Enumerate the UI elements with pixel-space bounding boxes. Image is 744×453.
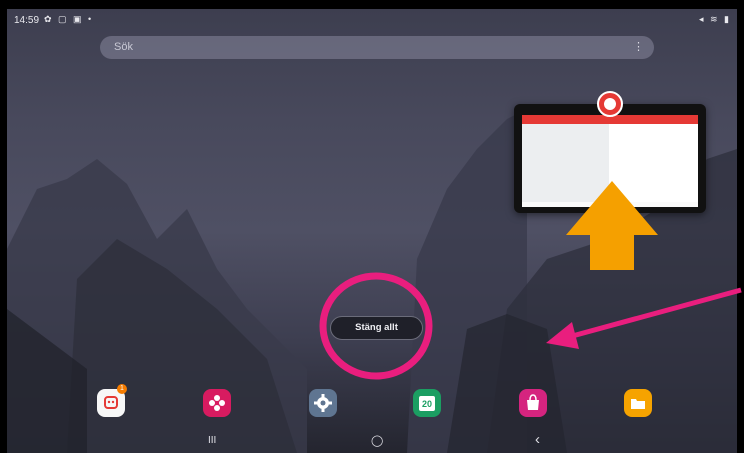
- calendar-date: 20: [419, 396, 435, 411]
- home-button[interactable]: ◯: [371, 434, 383, 447]
- search-menu-icon[interactable]: ⋮: [633, 40, 644, 53]
- files-app-icon[interactable]: [624, 389, 652, 417]
- settings-gear-icon: [314, 394, 332, 412]
- recent-app-footer: [522, 202, 698, 207]
- flower-icon: [209, 395, 225, 411]
- close-all-button[interactable]: Stäng allt: [330, 316, 423, 340]
- calendar-app-icon[interactable]: 20: [413, 389, 441, 417]
- notification-badge: 1: [117, 384, 127, 394]
- red-circle-app-icon[interactable]: [597, 91, 623, 117]
- recent-app-card[interactable]: [514, 104, 706, 213]
- app-icon-swoosh: [604, 98, 616, 110]
- status-system-icons: ◂ ≋ ▮: [698, 14, 731, 24]
- folder-icon: [631, 399, 645, 409]
- status-bar: 14:59 ✿ ▢ ▣ • ◂ ≋ ▮: [7, 9, 737, 31]
- chat-app-icon[interactable]: 1: [97, 384, 127, 417]
- search-bar[interactable]: Sök ⋮: [100, 36, 654, 59]
- status-notification-icons: ✿ ▢ ▣ •: [44, 14, 94, 24]
- recents-button[interactable]: III: [208, 435, 216, 446]
- recent-app-left-pane: [522, 124, 609, 202]
- store-bag-icon: [527, 394, 539, 410]
- settings-app-icon[interactable]: [309, 389, 337, 417]
- search-placeholder: Sök: [114, 41, 133, 53]
- store-app-icon[interactable]: [519, 389, 547, 417]
- status-time: 14:59: [14, 15, 40, 26]
- back-button[interactable]: ‹: [535, 431, 540, 448]
- recent-app-right-pane: [609, 124, 698, 202]
- flower-app-icon[interactable]: [203, 389, 231, 417]
- home-screen: 14:59 ✿ ▢ ▣ • ◂ ≋ ▮ Sök ⋮ Stäng allt 1 2…: [7, 9, 737, 453]
- navigation-bar: III ◯ ‹: [7, 431, 737, 453]
